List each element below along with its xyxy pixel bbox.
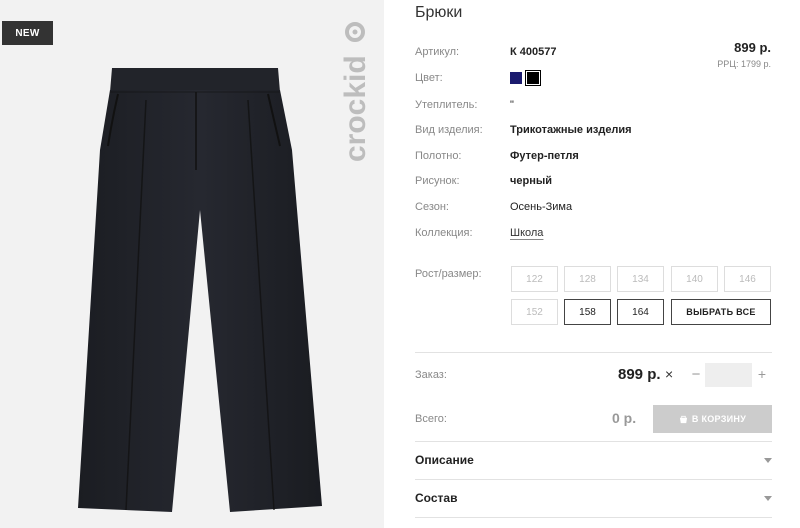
spec-label: Цвет:	[415, 72, 443, 84]
sizes-label: Рост/размер:	[415, 268, 482, 280]
divider	[415, 441, 772, 442]
spec-value: Футер-петля	[510, 150, 579, 162]
total-label: Всего:	[415, 413, 447, 425]
spec-value: Осень-Зима	[510, 201, 573, 213]
spec-collection: Коллекция: Школа	[415, 225, 775, 241]
cart-icon	[679, 415, 687, 423]
decrease-quantity-button[interactable]: −	[690, 366, 702, 383]
select-all-sizes-button[interactable]: ВЫБРАТЬ ВСЕ	[671, 299, 771, 325]
spec-label: Вид изделия:	[415, 124, 483, 136]
spec-article: Артикул: К 400577	[415, 44, 775, 60]
spec-label: Рисунок:	[415, 175, 460, 187]
size-option[interactable]: 152	[511, 299, 558, 325]
spec-label: Полотно:	[415, 150, 462, 162]
spec-type: Вид изделия: Трикотажные изделия	[415, 122, 775, 138]
accordion-description[interactable]: Описание	[415, 450, 772, 470]
spec-value: Трикотажные изделия	[510, 124, 632, 136]
increase-quantity-button[interactable]: +	[756, 366, 768, 382]
size-option[interactable]: 134	[617, 266, 664, 292]
divider	[415, 479, 772, 480]
size-option[interactable]: 146	[724, 266, 771, 292]
size-option[interactable]: 164	[617, 299, 664, 325]
divider	[415, 517, 772, 518]
order-price: 899 р.	[618, 366, 661, 383]
size-option[interactable]: 122	[511, 266, 558, 292]
add-to-cart-label: В КОРЗИНУ	[691, 414, 747, 424]
new-badge: NEW	[2, 21, 53, 45]
order-label: Заказ:	[415, 369, 447, 381]
spec-label: Коллекция:	[415, 227, 473, 239]
product-photo[interactable]: NEW crockid	[0, 0, 384, 528]
color-swatch-navy[interactable]	[510, 72, 522, 84]
spec-label: Сезон:	[415, 201, 449, 213]
spec-value: "	[510, 99, 514, 111]
chevron-down-icon	[764, 495, 772, 501]
color-swatch-black[interactable]	[525, 70, 541, 86]
product-info: Брюки 899 р. РРЦ: 1799 р. Артикул: К 400…	[384, 0, 800, 528]
size-option[interactable]: 140	[671, 266, 718, 292]
spec-value: черный	[510, 175, 553, 187]
size-option[interactable]: 128	[564, 266, 611, 292]
spec-insulation: Утеплитель: "	[415, 97, 775, 113]
size-option[interactable]: 158	[564, 299, 611, 325]
collection-link[interactable]: Школа	[510, 227, 543, 239]
quantity-input[interactable]	[705, 363, 752, 387]
spec-pattern: Рисунок: черный	[415, 173, 775, 189]
chevron-down-icon	[764, 457, 772, 463]
spec-fabric: Полотно: Футер-петля	[415, 148, 775, 164]
multiply-icon: ×	[665, 366, 674, 382]
accordion-title: Описание	[415, 453, 474, 467]
spec-value: К 400577	[510, 46, 557, 58]
spec-label: Артикул:	[415, 46, 460, 58]
product-rrp: РРЦ: 1799 р.	[717, 59, 771, 69]
add-to-cart-button[interactable]: В КОРЗИНУ	[653, 405, 772, 433]
spec-season: Сезон: Осень-Зима	[415, 199, 775, 215]
total-value: 0 р.	[612, 410, 637, 426]
divider	[415, 352, 772, 353]
product-title: Брюки	[415, 4, 463, 21]
pants-image	[78, 68, 322, 512]
spec-label: Утеплитель:	[415, 99, 478, 111]
spec-color: Цвет:	[415, 70, 775, 86]
accordion-composition[interactable]: Состав	[415, 488, 772, 508]
accordion-title: Состав	[415, 491, 458, 505]
